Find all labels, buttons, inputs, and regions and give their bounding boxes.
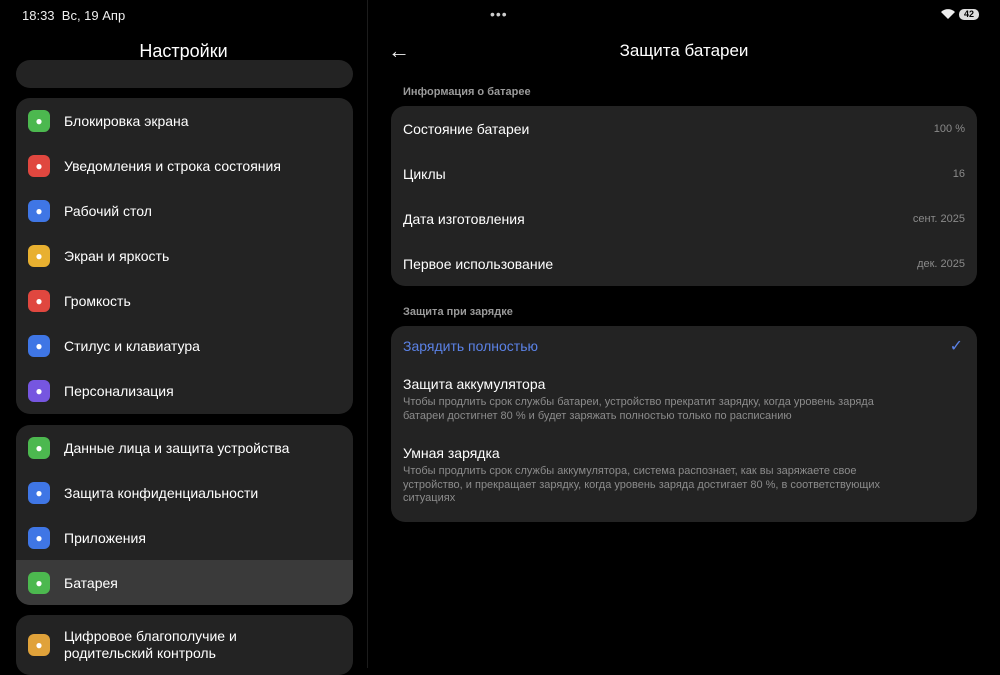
charge-option[interactable]: Зарядить полностью ✓ bbox=[391, 326, 977, 355]
battery-indicator: 42 bbox=[959, 9, 979, 20]
charge-option[interactable]: Защита аккумулятора Чтобы продлить срок с… bbox=[391, 354, 977, 423]
option-title: Защита аккумулятора bbox=[403, 376, 546, 392]
option-title: Умная зарядка bbox=[403, 445, 500, 461]
battery-icon: ● bbox=[28, 571, 50, 594]
settings-group: ● Блокировка экрана ● Уведомления и строка … bbox=[16, 98, 353, 414]
info-label: Циклы bbox=[403, 165, 446, 182]
multitask-dots[interactable]: ••• bbox=[490, 6, 508, 22]
sidebar-item-label: Приложения bbox=[64, 529, 146, 546]
info-label: Первое использование bbox=[403, 255, 554, 272]
sidebar-item[interactable]: ● Защита конфиденциальности bbox=[16, 470, 353, 515]
status-time: 18:33 Вс, 19 Апр bbox=[22, 8, 126, 23]
sidebar-item[interactable]: ● Приложения bbox=[16, 515, 353, 560]
info-row: Дата изготовления сент. 2025 bbox=[391, 196, 977, 241]
settings-group: ● Данные лица и защита устройства ● Защита … bbox=[16, 425, 353, 605]
sidebar-item-label: Защита конфиденциальности bbox=[64, 484, 259, 501]
sidebar-item[interactable]: ● Громкость bbox=[16, 278, 353, 323]
sidebar-item[interactable]: ● Экран и яркость bbox=[16, 233, 353, 278]
sun-icon: ● bbox=[28, 244, 50, 267]
sidebar-item[interactable]: ● Стилус и клавиатура bbox=[16, 323, 353, 368]
option-description: Чтобы продлить срок службы батареи, устр… bbox=[403, 396, 874, 422]
section-battery-info: Информация о батарее bbox=[403, 86, 531, 98]
sidebar-item-label: Рабочий стол bbox=[64, 202, 152, 219]
sidebar-item-label: Цифровое благополучие и родительский кон… bbox=[64, 628, 237, 661]
sidebar-item-label: Громкость bbox=[64, 292, 131, 309]
sidebar-item[interactable]: ● Рабочий стол bbox=[16, 188, 353, 233]
pane-divider[interactable] bbox=[367, 0, 368, 668]
info-label: Состояние батареи bbox=[403, 120, 530, 137]
fingerprint-icon: ● bbox=[28, 436, 50, 459]
wifi-icon bbox=[941, 9, 955, 19]
sidebar-item[interactable]: ● Блокировка экрана bbox=[16, 98, 353, 143]
sidebar-item-label: Данные лица и защита устройства bbox=[64, 439, 290, 456]
settings-group: ● Цифровое благополучие и родительский ко… bbox=[16, 615, 353, 675]
wellbeing-icon: ● bbox=[28, 634, 50, 656]
sidebar-item-label: Стилус и клавиатура bbox=[64, 337, 200, 354]
charge-options-card: Зарядить полностью ✓ Защита аккумулятора Чт… bbox=[391, 326, 977, 522]
option-description: Чтобы продлить срок службы аккумулятора,… bbox=[403, 465, 881, 504]
section-charge-protection: Защита при зарядке bbox=[403, 306, 513, 318]
info-label: Дата изготовления bbox=[403, 210, 525, 227]
lock-icon: ● bbox=[28, 109, 50, 132]
sidebar-item-label: Экран и яркость bbox=[64, 247, 170, 264]
sidebar-item[interactable]: ● Данные лица и защита устройства bbox=[16, 425, 353, 470]
notification-icon: ● bbox=[28, 154, 50, 177]
info-value: 100 % bbox=[933, 122, 965, 135]
speaker-icon: ● bbox=[28, 289, 50, 312]
page-title: Защита батареи bbox=[619, 41, 749, 60]
checkmark-icon: ✓ bbox=[949, 338, 963, 355]
sidebar-item-label: Уведомления и строка состояния bbox=[64, 157, 281, 174]
settings-title: Настройки bbox=[139, 41, 228, 61]
sidebar-item[interactable]: ● Уведомления и строка состояния bbox=[16, 143, 353, 188]
battery-info-card: Состояние батареи 100 % Циклы 16 Дата изгото… bbox=[391, 106, 977, 286]
charge-option[interactable]: Умная зарядка Чтобы продлить срок службы … bbox=[391, 423, 977, 506]
info-value: сент. 2025 bbox=[912, 212, 965, 225]
sidebar-item-label: Персонализация bbox=[64, 382, 174, 399]
apps-icon: ● bbox=[28, 526, 50, 549]
info-row: Состояние батареи 100 % bbox=[391, 106, 977, 151]
sidebar-item-label: Батарея bbox=[64, 574, 118, 591]
info-row: Циклы 16 bbox=[391, 151, 977, 196]
settings-group-partial bbox=[16, 60, 353, 88]
sidebar-item-label: Блокировка экрана bbox=[64, 112, 189, 129]
sidebar-item[interactable]: ● Цифровое благополучие и родительский ко… bbox=[16, 621, 353, 669]
brush-icon: ● bbox=[28, 379, 50, 402]
keyboard-icon: ● bbox=[28, 334, 50, 357]
sidebar-item[interactable]: ● Персонализация bbox=[16, 368, 353, 413]
info-row: Первое использование дек. 2025 bbox=[391, 241, 977, 286]
sidebar-item[interactable]: ● Батарея bbox=[16, 560, 353, 605]
info-value: 16 bbox=[952, 167, 965, 180]
info-value: дек. 2025 bbox=[917, 257, 965, 270]
privacy-icon: ● bbox=[28, 481, 50, 504]
option-title: Зарядить полностью bbox=[403, 338, 538, 354]
home-icon: ● bbox=[28, 199, 50, 222]
